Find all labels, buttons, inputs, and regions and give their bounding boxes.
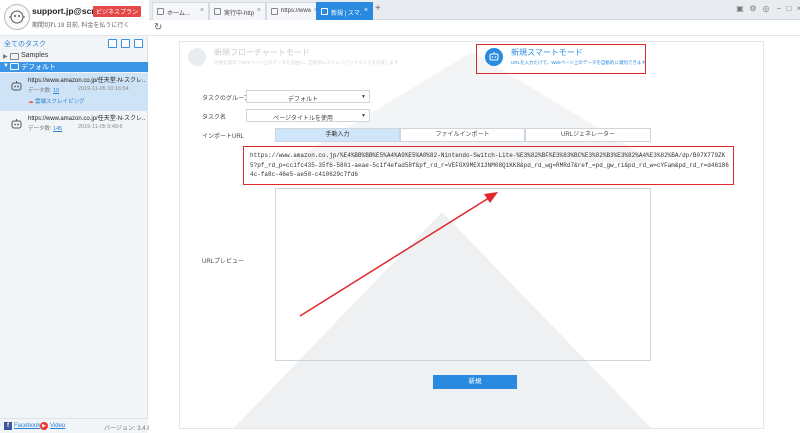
plan-badge: ビジネスプラン — [93, 6, 142, 17]
group-name: デフォルト — [21, 64, 56, 71]
tab-url[interactable]: https://www... × — [266, 2, 323, 20]
mode-title: 新規スマートモード — [511, 48, 583, 57]
tab-label: ホーム... — [167, 11, 190, 17]
refresh-icon[interactable]: ↻ — [154, 22, 162, 33]
task-date: 2019-11-05 9:49:6 — [78, 124, 123, 130]
add-task-icon[interactable] — [108, 39, 117, 48]
caret-down-icon: ▼ — [361, 113, 366, 119]
tab-label: 新規 | スマ... — [331, 11, 361, 17]
expiry-notice[interactable]: 期間切れ 19 日前, 料金を払うに行く — [32, 20, 129, 29]
group-select-value: デフォルト — [287, 97, 318, 103]
url-preview-label: URLプレビュー — [202, 259, 245, 265]
home-icon — [157, 8, 164, 15]
sidebar-footer: f Facebook ▶ Video バージョン: 3.4.6 — [0, 418, 151, 433]
video-link[interactable]: Video — [50, 423, 65, 429]
group-select[interactable]: デフォルト ▼ — [246, 90, 370, 103]
help-icon[interactable]: ◎ — [761, 4, 771, 13]
task-count: データ数: 10 — [28, 88, 60, 94]
task-title: https://www.amazon.co.jp/任天堂-N-スクレ... — [28, 78, 146, 84]
url-preview-area — [275, 188, 651, 361]
close-icon[interactable]: × — [364, 7, 368, 14]
group-default[interactable]: ▼ デフォルト — [0, 62, 148, 72]
create-button[interactable]: 新規 — [433, 375, 517, 389]
sidebar: support.jp@scrap... ビジネスプラン 期間切れ 19 日前, … — [0, 0, 151, 433]
import-tabs: 手動入力 ファイルインポート URLジェネレーター — [275, 128, 651, 142]
caret-down-icon: ▼ — [361, 94, 366, 100]
page-icon — [271, 8, 278, 15]
facebook-link[interactable]: Facebook — [14, 423, 40, 429]
minimize-icon[interactable]: − — [774, 4, 784, 13]
tab-file-import[interactable]: ファイルインポート — [400, 128, 525, 142]
tab-home[interactable]: ホーム... × — [152, 2, 209, 20]
tab-running[interactable]: 実行中-http... × — [209, 2, 266, 20]
mode-description: 可視化操作でWebページ上のデータを自由に、自動的にスクレイピングタスクを作成し… — [214, 60, 399, 65]
chevron-down-icon: ▼ — [3, 63, 9, 69]
import-url-label: インポートURL — [202, 134, 245, 140]
robot-icon — [485, 48, 503, 66]
url-input[interactable]: https://www.amazon.co.jp/%E4%BB%BB%E5%A4… — [246, 148, 736, 183]
app-window: support.jp@scrap... ビジネスプラン 期間切れ 19 日前, … — [0, 0, 800, 433]
video-icon[interactable]: ▶ — [40, 422, 48, 430]
mode-description: URLを入力だけで、Webページ上のデータを自動的に識別できます — [511, 60, 646, 65]
tab-manual-input[interactable]: 手動入力 — [275, 128, 400, 142]
tab-label: 実行中-http... — [224, 11, 254, 17]
task-count-link[interactable]: 145 — [53, 126, 62, 132]
cloud-icon: ☁ — [28, 99, 34, 105]
task-title: https://www.amazon.co.jp/任天堂-N-スクレ... — [28, 116, 146, 122]
task-count-link[interactable]: 10 — [53, 88, 59, 94]
folder-icon — [10, 63, 19, 70]
tab-url-generator[interactable]: URLジェネレーター — [525, 128, 651, 142]
facebook-icon[interactable]: f — [4, 422, 12, 430]
group-label: タスクのグループ — [202, 96, 250, 102]
folder-icon — [10, 53, 19, 60]
task-date: 2019-11-05 10:16:54 — [78, 86, 129, 92]
version-label: バージョン: 3.4.6 — [104, 426, 151, 432]
task-name-select[interactable]: ページタイトルを使用 ▼ — [246, 109, 370, 122]
gift-icon[interactable]: ▣ — [735, 4, 745, 13]
close-icon[interactable]: × — [257, 7, 261, 14]
tab-bar: ホーム... × 実行中-http... × https://www... × … — [149, 0, 800, 20]
task-count: データ数: 145 — [28, 126, 63, 132]
chevron-right-icon: ▶ — [3, 54, 8, 60]
group-samples[interactable]: ▶ Samples — [0, 52, 148, 62]
settings-icon[interactable]: ⚙ — [748, 4, 758, 13]
avatar[interactable] — [4, 4, 30, 30]
main-content: 新規フローチャートモード 可視化操作でWebページ上のデータを自由に、自動的にス… — [149, 37, 800, 433]
tab-label: https://www... — [281, 8, 311, 14]
robot-icon — [11, 119, 22, 129]
robot-icon — [11, 81, 22, 91]
robot-icon — [9, 10, 25, 24]
close-icon[interactable]: × — [200, 7, 204, 14]
task-item[interactable]: https://www.amazon.co.jp/任天堂-N-スクレ... デー… — [0, 111, 148, 149]
tab-new-smart[interactable]: 新規 | スマ... × — [316, 2, 373, 20]
maximize-icon[interactable]: □ — [784, 4, 794, 13]
page-icon — [321, 8, 328, 15]
group-name: Samples — [21, 52, 49, 59]
tasks-header: 全てのタスク — [0, 37, 148, 51]
task-name-value: ページタイトルを使用 — [273, 116, 333, 122]
account-panel: support.jp@scrap... ビジネスプラン 期間切れ 19 日前, … — [0, 0, 148, 36]
cloud-status: ☁ 雲端スクレイピング — [28, 99, 85, 105]
all-tasks-label[interactable]: 全てのタスク — [4, 39, 46, 49]
flowchart-mode-option[interactable]: 新規フローチャートモード 可視化操作でWebページ上のデータを自由に、自動的にス… — [188, 46, 428, 72]
flowchart-icon — [188, 48, 206, 66]
mode-title: 新規フローチャートモード — [214, 48, 310, 57]
toolbar: ↻ — [149, 21, 800, 36]
import-task-icon[interactable] — [121, 39, 130, 48]
task-item[interactable]: https://www.amazon.co.jp/任天堂-N-スクレ... デー… — [0, 73, 148, 111]
smart-mode-option[interactable]: 新規スマートモード URLを入力だけで、Webページ上のデータを自動的に識別でき… — [485, 46, 646, 72]
page-icon — [214, 8, 221, 15]
close-window-icon[interactable]: × — [794, 4, 800, 13]
add-tab-icon[interactable]: + — [375, 3, 381, 14]
refresh-tasks-icon[interactable] — [134, 39, 143, 48]
new-task-panel: 新規フローチャートモード 可視化操作でWebページ上のデータを自由に、自動的にス… — [179, 41, 764, 429]
task-name-label: タスク名 — [202, 115, 227, 121]
